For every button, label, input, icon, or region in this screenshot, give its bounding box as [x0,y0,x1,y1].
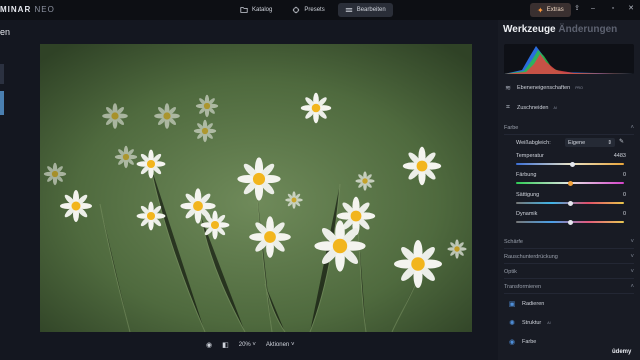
structure-icon: ✺ [509,320,515,327]
white-balance-select[interactable]: Eigene ⇕ [565,138,615,147]
section-transformieren[interactable]: Transformieren ˄ [504,281,634,294]
section-schaerfe[interactable]: Schärfe ˅ [504,236,634,249]
slider-value-faerbung: 0 [622,172,626,178]
photo-daisies[interactable] [40,44,472,332]
section-rauschunterdrueckung[interactable]: Rauschunterdrückung ˅ [504,251,634,264]
saturation-slider[interactable] [516,200,624,206]
extras-button[interactable]: ✦ Extras [530,3,571,17]
slider-knob[interactable] [569,161,575,167]
presets-icon [293,6,300,14]
folder-icon [240,7,248,13]
tools-panel: Werkzeuge Änderungen ≋ Ebeneneigenschaft… [498,20,640,360]
left-panel-item-selected[interactable] [0,91,4,115]
zoom-dropdown[interactable]: 20% ˅ [239,342,256,348]
bottom-toolbar: ◉ ◧ 20% ˅ Aktionen ˅ [206,341,294,349]
chevron-up-icon: ˄ [630,125,634,131]
slider-label-dynamik: Dynamik [516,211,538,217]
compare-icon[interactable]: ◧ [222,341,229,349]
chevron-updown-icon: ⇕ [607,139,612,146]
tool-farbe[interactable]: ◉ Farbe [508,336,536,348]
sliders-icon [345,8,352,12]
app-logo: MINAR NEO [0,5,55,14]
section-optik[interactable]: Optik ˅ [504,266,634,279]
white-balance-label: Weißabgleich: [516,140,551,146]
share-icon[interactable]: ⇪ [572,4,582,14]
slider-value-dynamik: 0 [622,211,626,217]
panel-title: Werkzeuge Änderungen [503,24,617,35]
actions-dropdown[interactable]: Aktionen ˅ [266,342,295,348]
slider-label-saettigung: Sättigung [516,192,540,198]
tint-slider[interactable] [516,180,624,186]
tab-aenderungen[interactable]: Änderungen [558,24,617,35]
vibrance-slider[interactable] [516,219,624,225]
chevron-down-icon: ˅ [630,269,634,275]
close-icon[interactable]: ✕ [626,4,636,14]
eyedropper-icon[interactable]: ✎ [617,138,626,147]
crop-tool-item[interactable]: ⌗ Zuschneiden AI [504,102,557,114]
tab-presets[interactable]: Presets [285,3,331,17]
slider-knob[interactable] [567,180,573,186]
chevron-up-icon: ˄ [630,284,634,290]
left-panel-item[interactable] [0,64,4,84]
temperature-slider[interactable] [516,161,624,167]
top-bar: MINAR NEO Katalog Presets Bearbeiten ✦ E… [0,0,640,20]
histogram [504,44,634,74]
slider-knob[interactable] [567,200,573,206]
slider-value-temperatur: 4483 [613,153,626,159]
left-panel-title: en [0,27,11,37]
layer-properties-item[interactable]: ≋ Ebeneneigenschaften PRO [504,82,583,94]
chevron-down-icon: ˅ [630,254,634,260]
tab-bearbeiten[interactable]: Bearbeiten [337,3,393,17]
eraser-icon: ▣ [508,301,516,308]
mode-tabs: Katalog Presets Bearbeiten [233,3,393,17]
slider-knob[interactable] [567,219,573,225]
section-farbe[interactable]: Farbe ˄ [504,122,634,135]
minimize-icon[interactable]: – [588,4,598,14]
tool-struktur[interactable]: ✺ Struktur AI [508,317,551,329]
tool-radieren[interactable]: ▣ Radieren [508,298,545,310]
extras-star-icon: ✦ [537,5,544,15]
slider-label-faerbung: Färbung [516,172,537,178]
left-panel: en [0,20,10,360]
tab-werkzeuge[interactable]: Werkzeuge [503,24,556,35]
tab-katalog[interactable]: Katalog [233,3,279,17]
maximize-icon[interactable]: ▫ [608,4,618,14]
slider-label-temperatur: Temperatur [516,153,544,159]
chevron-down-icon: ˅ [630,239,634,245]
color-icon: ◉ [508,339,516,346]
slider-value-saettigung: 0 [622,192,626,198]
crop-icon: ⌗ [506,104,510,111]
eye-icon[interactable]: ◉ [206,341,212,349]
layers-icon: ≋ [505,85,511,92]
watermark: ûdemy [612,349,632,355]
